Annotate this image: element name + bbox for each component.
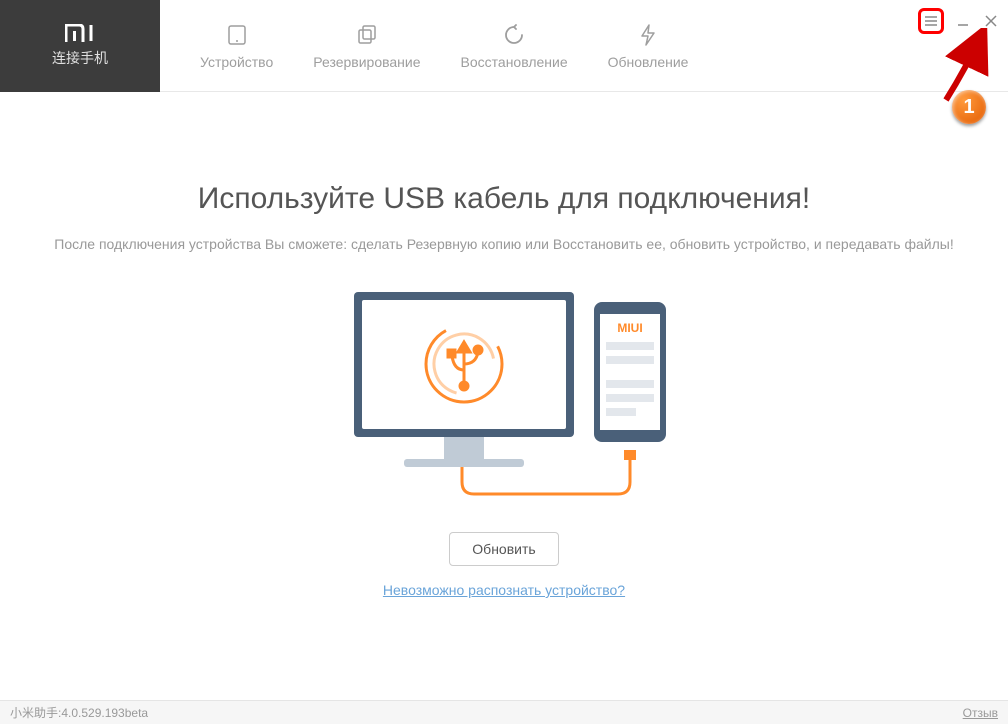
nav-label: Устройство (200, 54, 273, 70)
page-title: Используйте USB кабель для подключения! (198, 182, 810, 216)
nav-label: Резервирование (313, 54, 420, 70)
nav-backup[interactable]: Резервирование (313, 0, 420, 92)
app-header: 连接手机 Устройство Резервирование Восстанов… (0, 0, 1008, 92)
mi-logo-icon (65, 24, 95, 42)
connect-illustration: MIUI (294, 282, 714, 502)
status-bar: 小米助手:4.0.529.193beta Отзыв (0, 700, 1008, 724)
nav-update[interactable]: Обновление (608, 0, 689, 92)
menu-icon (924, 15, 938, 27)
nav-label: Обновление (608, 54, 689, 70)
minimize-button[interactable] (954, 12, 972, 30)
close-button[interactable] (982, 12, 1000, 30)
flash-icon (639, 22, 657, 48)
restore-icon (502, 22, 526, 48)
main-content: Используйте USB кабель для подключения! … (0, 92, 1008, 598)
brand-tab[interactable]: 连接手机 (0, 0, 160, 92)
nav-device[interactable]: Устройство (200, 0, 273, 92)
close-icon (985, 15, 997, 27)
nav-restore[interactable]: Восстановление (461, 0, 568, 92)
nav-bar: Устройство Резервирование Восстановление… (160, 0, 708, 91)
minimize-icon (957, 15, 969, 27)
tablet-icon (226, 22, 248, 48)
feedback-link[interactable]: Отзыв (963, 706, 998, 720)
menu-button[interactable] (918, 8, 944, 34)
phone-os-label: MIUI (617, 321, 642, 335)
refresh-button[interactable]: Обновить (449, 532, 558, 566)
page-subtitle: После подключения устройства Вы сможете:… (54, 236, 954, 252)
copy-icon (356, 22, 378, 48)
brand-label: 连接手机 (52, 48, 108, 68)
window-controls (918, 8, 1000, 34)
help-link[interactable]: Невозможно распознать устройство? (383, 582, 625, 598)
nav-label: Восстановление (461, 54, 568, 70)
version-label: 小米助手:4.0.529.193beta (10, 704, 148, 721)
